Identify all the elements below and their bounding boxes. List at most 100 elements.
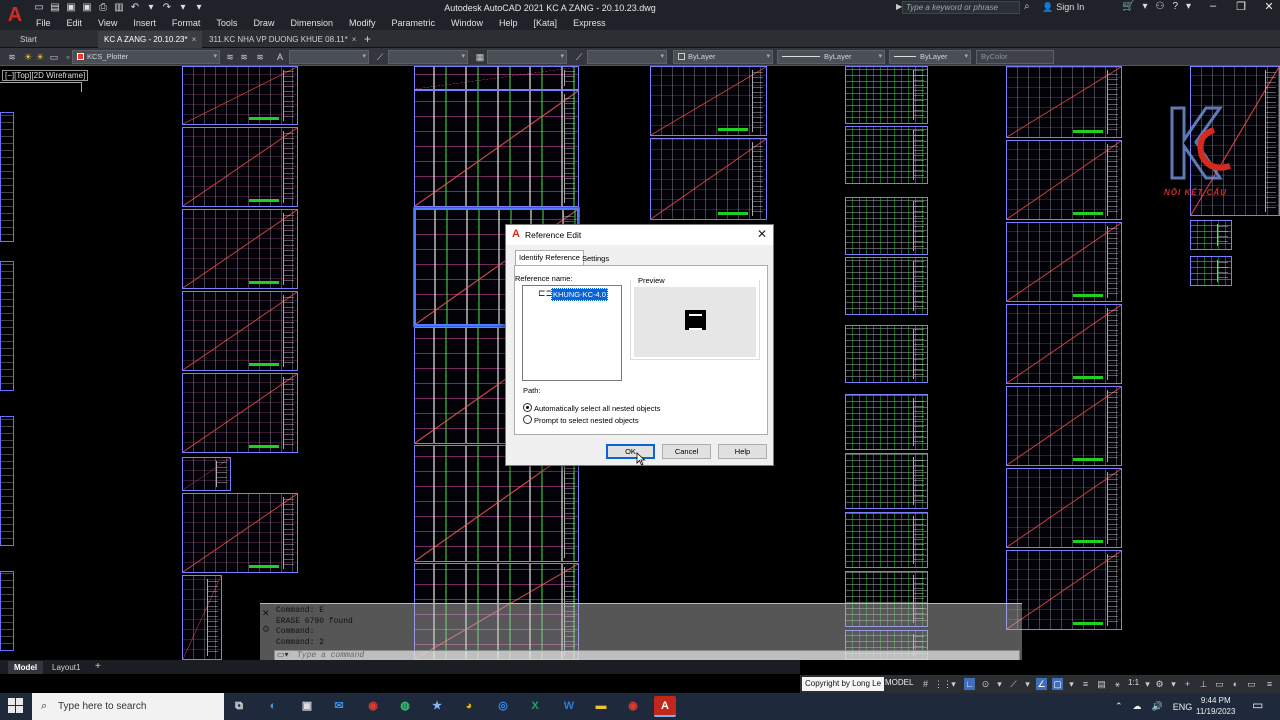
app-green-icon[interactable]: ◍ — [394, 696, 416, 717]
dialog-title-bar[interactable]: A Reference Edit ✕ — [506, 225, 773, 245]
close-icon[interactable]: ✕ — [262, 608, 270, 619]
minimize-icon[interactable]: – — [1206, 0, 1220, 13]
menu-item-draw[interactable]: Draw — [245, 16, 282, 30]
infer-constraints-icon[interactable]: ∟ — [964, 678, 975, 690]
close-tab-icon[interactable]: × — [192, 35, 197, 44]
polar-dropdown-icon[interactable]: ▾ — [994, 678, 1005, 690]
excel-icon[interactable]: X — [524, 696, 546, 717]
help-button[interactable]: Help — [718, 444, 767, 459]
snap-icon[interactable]: ⋮⋮ — [934, 678, 952, 690]
mail-icon[interactable]: ✉ — [328, 696, 350, 717]
workspace-dropdown-icon[interactable]: ▾ — [1168, 678, 1179, 690]
layer-lock-icon[interactable]: ▭ — [48, 51, 60, 63]
app-red-circle-icon[interactable]: ◉ — [362, 696, 384, 717]
grid-icon[interactable]: # — [920, 678, 931, 690]
table-style-icon[interactable]: ▦ — [474, 51, 486, 63]
tab-kc-a-zang[interactable]: KC A ZANG - 20.10.23* × — [98, 31, 203, 48]
lineweight-toggle-icon[interactable]: ≡ — [1080, 678, 1091, 690]
table-style-select[interactable]: ▾ — [487, 50, 567, 64]
sign-in-button[interactable]: 👤 Sign In — [1042, 2, 1084, 13]
polar-tracking-icon[interactable]: ⊙ — [980, 678, 991, 690]
customization-icon[interactable]: ≡ — [1264, 678, 1275, 690]
file-explorer-icon[interactable]: ▬ — [590, 696, 612, 717]
restore-icon[interactable]: ❐ — [1234, 0, 1248, 13]
notifications-icon[interactable]: ▭ — [1252, 698, 1263, 712]
tab-duong-khue[interactable]: 311.KC NHA VP DUONG KHUE 08.11* × — [203, 31, 362, 48]
multileader-style-select[interactable]: ▾ — [587, 50, 667, 64]
menu-item-dimension[interactable]: Dimension — [282, 16, 341, 30]
text-style-icon[interactable]: A — [274, 51, 286, 63]
command-input[interactable]: Type a command — [297, 651, 364, 660]
transparency-icon[interactable]: ▤ — [1096, 678, 1107, 690]
help-dropdown-icon[interactable]: ▾ — [1186, 1, 1191, 12]
cart-icon[interactable]: 🛒 — [1122, 1, 1134, 12]
radio-button-checked[interactable] — [523, 403, 532, 412]
tray-overflow-icon[interactable]: ⌃ — [1115, 701, 1123, 712]
help-icon[interactable]: ? — [1172, 1, 1178, 12]
tab-identify-reference[interactable]: Identify Reference — [515, 250, 584, 265]
radio-prompt-select[interactable]: Prompt to select nested objects — [523, 415, 639, 425]
autocad-taskbar-icon[interactable]: A — [654, 696, 676, 717]
menu-item-edit[interactable]: Edit — [59, 16, 91, 30]
menu-item-file[interactable]: File — [28, 16, 59, 30]
word-icon[interactable]: W — [558, 696, 580, 717]
units-icon[interactable]: ⊥ — [1198, 678, 1209, 690]
radio-button[interactable] — [523, 415, 532, 424]
reference-tree[interactable]: ⊏⊐ KHUNG-KC-4.0 — [522, 285, 622, 381]
object-snap-icon[interactable]: ▢ — [1052, 678, 1063, 690]
tab-start[interactable]: Start — [14, 31, 43, 48]
plotstyle-select[interactable]: ByColor — [976, 50, 1054, 64]
app-star-icon[interactable]: ★ — [426, 696, 448, 717]
help-search-input[interactable]: Type a keyword or phrase — [902, 1, 1020, 14]
new-tab-button[interactable]: + — [364, 31, 371, 47]
menu-item-modify[interactable]: Modify — [341, 16, 384, 30]
viewport-controls[interactable]: [−][Top][2D Wireframe] — [2, 70, 89, 81]
color-select[interactable]: ByLayer ▾ — [673, 50, 773, 64]
workspace-gear-icon[interactable]: ⚙ — [1154, 678, 1165, 690]
command-line[interactable]: ▭▾ Type a command — [274, 650, 1020, 660]
radio-auto-select[interactable]: Automatically select all nested objects — [523, 403, 660, 413]
snap-dropdown-icon[interactable]: ▾ — [948, 678, 959, 690]
layer-freeze-icon[interactable]: ☀ — [34, 51, 46, 63]
annotation-visibility-icon[interactable]: ⚹ — [1112, 678, 1123, 690]
menu-item-help[interactable]: Help — [491, 16, 526, 30]
screen-recorder-icon[interactable]: ◉ — [622, 696, 644, 717]
chrome-icon[interactable]: ◕ — [458, 696, 480, 717]
dim-style-icon[interactable]: ⟋ — [374, 51, 386, 63]
clean-screen-icon[interactable]: ▭ — [1246, 678, 1257, 690]
ok-button[interactable]: OK — [606, 444, 655, 459]
wrench-icon[interactable]: ⚙ — [262, 624, 270, 635]
isodraft-dropdown-icon[interactable]: ▾ — [1022, 678, 1033, 690]
annotation-monitor-icon[interactable]: + — [1182, 678, 1193, 690]
taskbar-search-box[interactable]: ⌕ Type here to search — [32, 693, 224, 720]
layer-match-icon[interactable]: ≋ — [254, 51, 266, 63]
model-space-button[interactable]: MODEL — [885, 678, 913, 687]
close-icon[interactable]: ✕ — [1262, 0, 1276, 13]
dim-style-select[interactable]: ▾ — [388, 50, 468, 64]
task-view-icon[interactable]: ⧉ — [228, 696, 250, 717]
isodraft-icon[interactable]: ⟋ — [1008, 678, 1019, 690]
make-current-icon[interactable]: ≋ — [224, 51, 236, 63]
menu-item-format[interactable]: Format — [164, 16, 209, 30]
lineweight-select[interactable]: ByLayer ▾ — [889, 50, 971, 64]
add-layout-button[interactable]: + — [95, 661, 101, 673]
windows-start-icon[interactable] — [8, 698, 24, 714]
menu-item-insert[interactable]: Insert — [125, 16, 164, 30]
close-tab-icon[interactable]: × — [352, 35, 357, 44]
connect-icon[interactable]: ⚇ — [1155, 1, 1164, 12]
tab-model[interactable]: Model — [8, 661, 44, 674]
tray-volume-icon[interactable]: 🔊 — [1152, 701, 1163, 712]
layer-previous-icon[interactable]: ≋ — [238, 51, 250, 63]
menu-item-express[interactable]: Express — [565, 16, 614, 30]
layer-properties-icon[interactable]: ≋ — [6, 51, 18, 63]
zalo-icon[interactable]: ◎ — [492, 696, 514, 717]
object-snap-tracking-icon[interactable]: ∠ — [1036, 678, 1047, 690]
multileader-style-icon[interactable]: ⟋ — [573, 51, 585, 63]
tab-settings[interactable]: Settings — [579, 252, 612, 265]
tab-layout1[interactable]: Layout1 — [46, 661, 86, 674]
system-clock[interactable]: 9:44 PM 11/19/2023 — [1196, 695, 1235, 717]
scale-dropdown-icon[interactable]: ▾ — [1142, 678, 1153, 690]
close-dialog-icon[interactable]: ✕ — [757, 227, 767, 241]
graphics-performance-icon[interactable]: ◐ — [1230, 678, 1241, 690]
language-indicator[interactable]: ENG — [1173, 702, 1193, 712]
